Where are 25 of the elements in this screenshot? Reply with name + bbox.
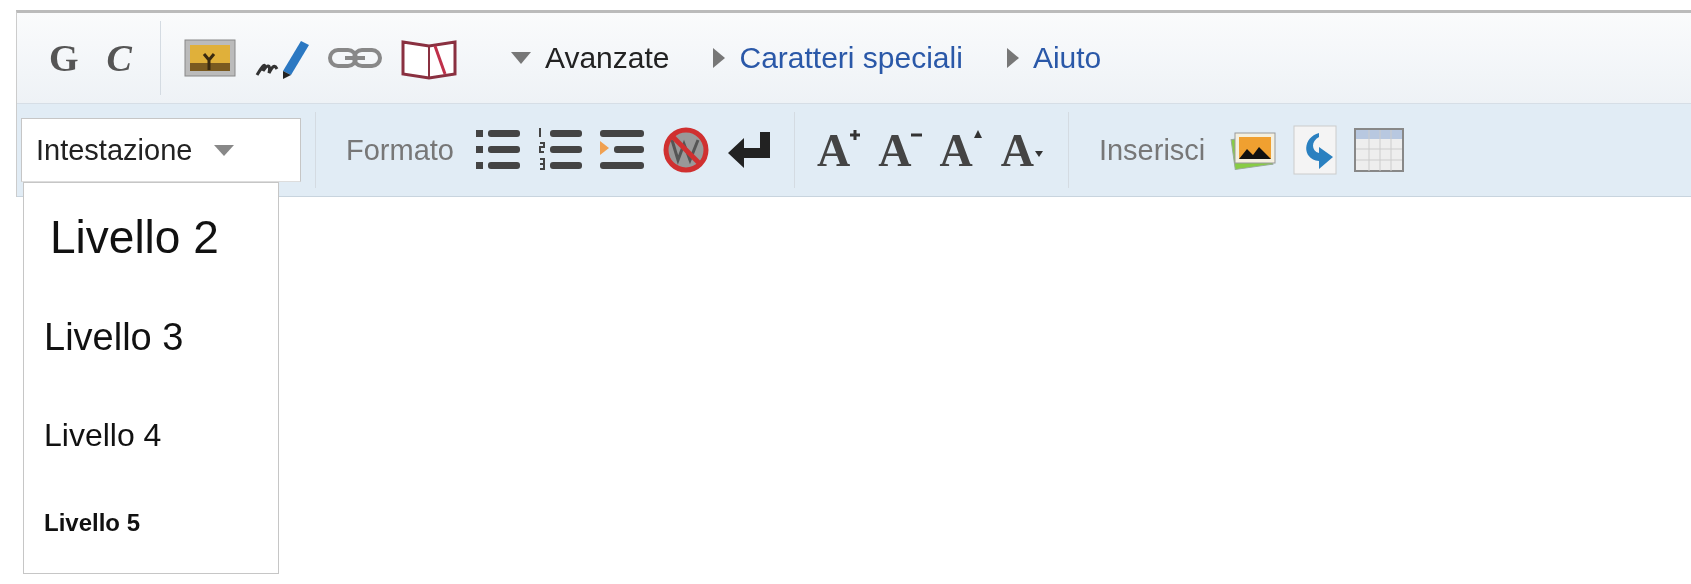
group-label: Inserisci (1098, 133, 1206, 167)
section-toggle[interactable]: Avanzate (510, 41, 670, 75)
font-size-button[interactable]: A (1000, 123, 1046, 177)
caret-right-icon (713, 48, 726, 68)
plus-icon (850, 129, 863, 142)
caret-down-icon (214, 144, 235, 156)
group-label: Formato (346, 133, 454, 167)
heading-dropdown[interactable]: Intestazione (21, 118, 301, 182)
menu-item[interactable]: Livello 3 (24, 287, 278, 387)
font-size-button[interactable]: A (817, 123, 863, 177)
font-size-button[interactable]: A (878, 123, 924, 177)
bold-button[interactable]: G (35, 36, 93, 80)
section-toggle[interactable]: Aiuto (1006, 41, 1102, 75)
section-toggle[interactable]: Caratteri speciali (713, 41, 963, 75)
caret-right-icon (1006, 48, 1019, 68)
menu-item[interactable]: Livello 4 (24, 387, 278, 483)
no-entry-icon[interactable] (662, 126, 710, 174)
menu-item[interactable]: Livello 5 (24, 483, 278, 563)
picture-frame-icon[interactable] (182, 36, 237, 80)
italic-button[interactable]: C (92, 36, 146, 80)
caret-down-icon (510, 52, 531, 64)
numbered-list-icon[interactable] (538, 127, 584, 173)
table-icon[interactable] (1353, 127, 1406, 173)
menu-item[interactable]: Livello 2 (24, 187, 278, 287)
font-size-button[interactable]: A (939, 123, 985, 177)
